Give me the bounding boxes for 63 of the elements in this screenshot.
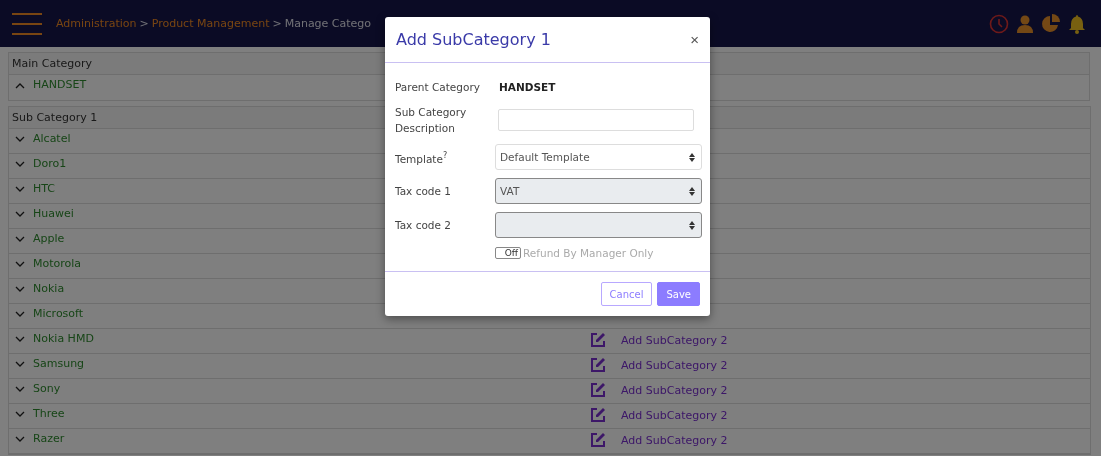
select-field[interactable]: Default Template [495, 144, 702, 170]
edit-icon[interactable] [590, 357, 606, 373]
breadcrumb-link[interactable]: Product Management [151, 17, 270, 30]
chevron-up-icon[interactable] [15, 82, 25, 89]
chevron-down-icon[interactable] [15, 361, 25, 368]
edit-icon[interactable] [590, 432, 606, 448]
breadcrumb-link[interactable]: Administration [56, 17, 137, 30]
field-label: Tax code 1 [395, 184, 452, 199]
category-name[interactable]: Sony [33, 382, 61, 395]
category-name[interactable]: Doro1 [33, 157, 67, 170]
chevron-down-icon[interactable] [15, 236, 25, 243]
category-name[interactable]: Razer [33, 432, 65, 445]
bell-icon[interactable] [1067, 13, 1087, 34]
cancel-button[interactable]: Cancel [600, 282, 653, 306]
category-name[interactable]: HTC [33, 182, 56, 195]
chevron-down-icon[interactable] [15, 411, 25, 418]
category-name[interactable]: Nokia [33, 282, 65, 295]
category-name[interactable]: Nokia HMD [33, 332, 94, 345]
category-name[interactable]: Motorola [33, 257, 82, 270]
user-icon[interactable] [1015, 13, 1035, 34]
chevron-down-icon[interactable] [15, 386, 25, 393]
chevron-down-icon[interactable] [15, 311, 25, 318]
chevron-down-icon[interactable] [15, 186, 25, 193]
toggle-label: Refund By Manager Only [523, 247, 654, 259]
category-name[interactable]: Samsung [33, 357, 85, 370]
add-subcategory-link[interactable]: Add SubCategory 2 [621, 358, 728, 372]
input-field[interactable] [498, 109, 694, 131]
edit-icon[interactable] [590, 407, 606, 423]
chevron-down-icon[interactable] [15, 261, 25, 268]
field-value: HANDSET [498, 81, 557, 93]
sort-icon [689, 152, 695, 162]
field-label: Parent Category [395, 80, 481, 95]
category-name[interactable]: Microsoft [33, 307, 84, 320]
edit-icon[interactable] [590, 332, 606, 348]
dialog-title: Add SubCategory 1 [396, 30, 551, 49]
category-name[interactable]: Huawei [33, 207, 74, 220]
chevron-down-icon[interactable] [15, 436, 25, 443]
category-name[interactable]: Alcatel [33, 132, 71, 145]
toggle-switch[interactable]: Off [495, 247, 521, 259]
add-subcategory-link[interactable]: Add SubCategory 2 [621, 408, 728, 422]
category-name[interactable]: Apple [33, 232, 65, 245]
category-name[interactable]: HANDSET [33, 78, 87, 91]
pie-chart-icon[interactable] [1041, 13, 1061, 34]
chevron-down-icon[interactable] [15, 136, 25, 143]
add-subcategory-link[interactable]: Add SubCategory 2 [621, 333, 728, 347]
sort-icon [689, 220, 695, 230]
field-label: Template$^{?}$ [395, 149, 449, 167]
edit-icon[interactable] [590, 382, 606, 398]
field-label: Tax code 2 [395, 218, 452, 233]
add-subcategory-link[interactable]: Add SubCategory 2 [621, 383, 728, 397]
breadcrumb-separator: > [139, 17, 149, 30]
sort-icon [689, 186, 695, 196]
breadcrumb-separator: > [272, 17, 282, 30]
breadcrumb-current: Manage Catego [284, 17, 372, 30]
chevron-down-icon[interactable] [15, 211, 25, 218]
chevron-down-icon[interactable] [15, 161, 25, 168]
menu-icon[interactable] [12, 12, 42, 35]
category-name[interactable]: Three [33, 407, 65, 420]
save-button[interactable]: Save [657, 282, 700, 306]
add-subcategory-link[interactable]: Add SubCategory 2 [621, 433, 728, 447]
chevron-down-icon[interactable] [15, 286, 25, 293]
close-button[interactable]: × [690, 31, 699, 48]
chevron-down-icon[interactable] [15, 336, 25, 343]
